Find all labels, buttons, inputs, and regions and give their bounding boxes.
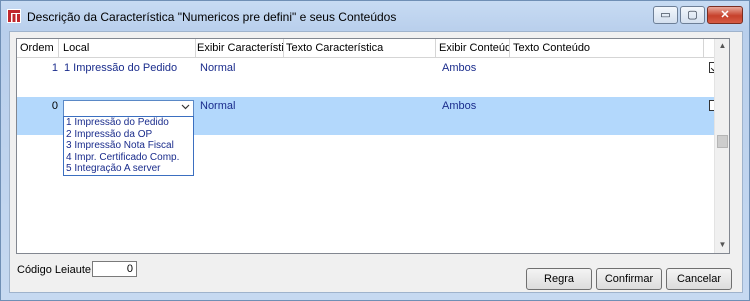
cell-ordem: 0 (51, 100, 58, 112)
codigo-leiaute-label: Código Leiaute (17, 264, 92, 276)
column-header-texto-caracteristica[interactable]: Texto Característica (284, 39, 436, 57)
vertical-scrollbar[interactable]: ▲ ▼ (714, 39, 729, 253)
title-bar[interactable]: Descrição da Característica "Numericos p… (1, 1, 749, 31)
cell-local[interactable]: 1 Impressão do Pedido (64, 59, 177, 77)
confirmar-button[interactable]: Confirmar (596, 268, 662, 290)
column-header-exibir-caracteristica[interactable]: Exibir Característica (196, 39, 284, 57)
dialog-window: Descrição da Característica "Numericos p… (0, 0, 750, 301)
maximize-button[interactable]: ▢ (680, 6, 705, 24)
cell-exibir-caracteristica[interactable]: Normal (200, 97, 235, 115)
maximize-icon: ▢ (687, 9, 698, 21)
grid-header: Ordem Local Exibir Característica Texto … (17, 39, 714, 58)
cell-exibir-conteudo[interactable]: Ambos (442, 59, 476, 77)
local-dropdown-list: 1 Impressão do Pedido 2 Impressão da OP … (63, 116, 194, 176)
table-row[interactable]: 1 1 Impressão do Pedido Normal Ambos (17, 59, 720, 77)
local-combobox[interactable] (63, 100, 194, 117)
minimize-icon: ▭ (660, 9, 671, 21)
close-icon: ✕ (720, 9, 730, 21)
close-button[interactable]: ✕ (707, 6, 743, 24)
cell-exibir-conteudo[interactable]: Ambos (442, 97, 476, 115)
cell-ordem: 1 (51, 62, 58, 74)
dialog-client-area: Ordem Local Exibir Característica Texto … (9, 31, 743, 293)
chevron-down-icon[interactable] (181, 102, 190, 113)
dropdown-option[interactable]: 2 Impressão da OP (64, 129, 193, 141)
dropdown-option[interactable]: 3 Impressão Nota Fiscal (64, 140, 193, 152)
dropdown-option[interactable]: 4 Impr. Certificado Comp. (64, 152, 193, 164)
scroll-thumb[interactable] (717, 135, 728, 148)
regra-button[interactable]: Regra (526, 268, 592, 290)
codigo-leiaute-input[interactable]: 0 (92, 261, 137, 277)
column-header-check (704, 39, 714, 57)
app-logo-icon (7, 9, 21, 23)
cancelar-button[interactable]: Cancelar (666, 268, 732, 290)
scroll-down-icon[interactable]: ▼ (715, 238, 729, 252)
window-title: Descrição da Característica "Numericos p… (27, 10, 397, 24)
column-header-texto-conteudo[interactable]: Texto Conteúdo (510, 39, 704, 57)
dropdown-option[interactable]: 5 Integração A server (64, 163, 193, 175)
scroll-up-icon[interactable]: ▲ (715, 39, 729, 53)
minimize-button[interactable]: ▭ (653, 6, 678, 24)
dropdown-option[interactable]: 1 Impressão do Pedido (64, 117, 193, 129)
characteristics-grid: Ordem Local Exibir Característica Texto … (16, 38, 730, 254)
cell-exibir-caracteristica[interactable]: Normal (200, 59, 235, 77)
column-header-ordem[interactable]: Ordem (17, 39, 59, 57)
column-header-local[interactable]: Local (59, 39, 196, 57)
column-header-exibir-conteudo[interactable]: Exibir Conteúdo (436, 39, 510, 57)
